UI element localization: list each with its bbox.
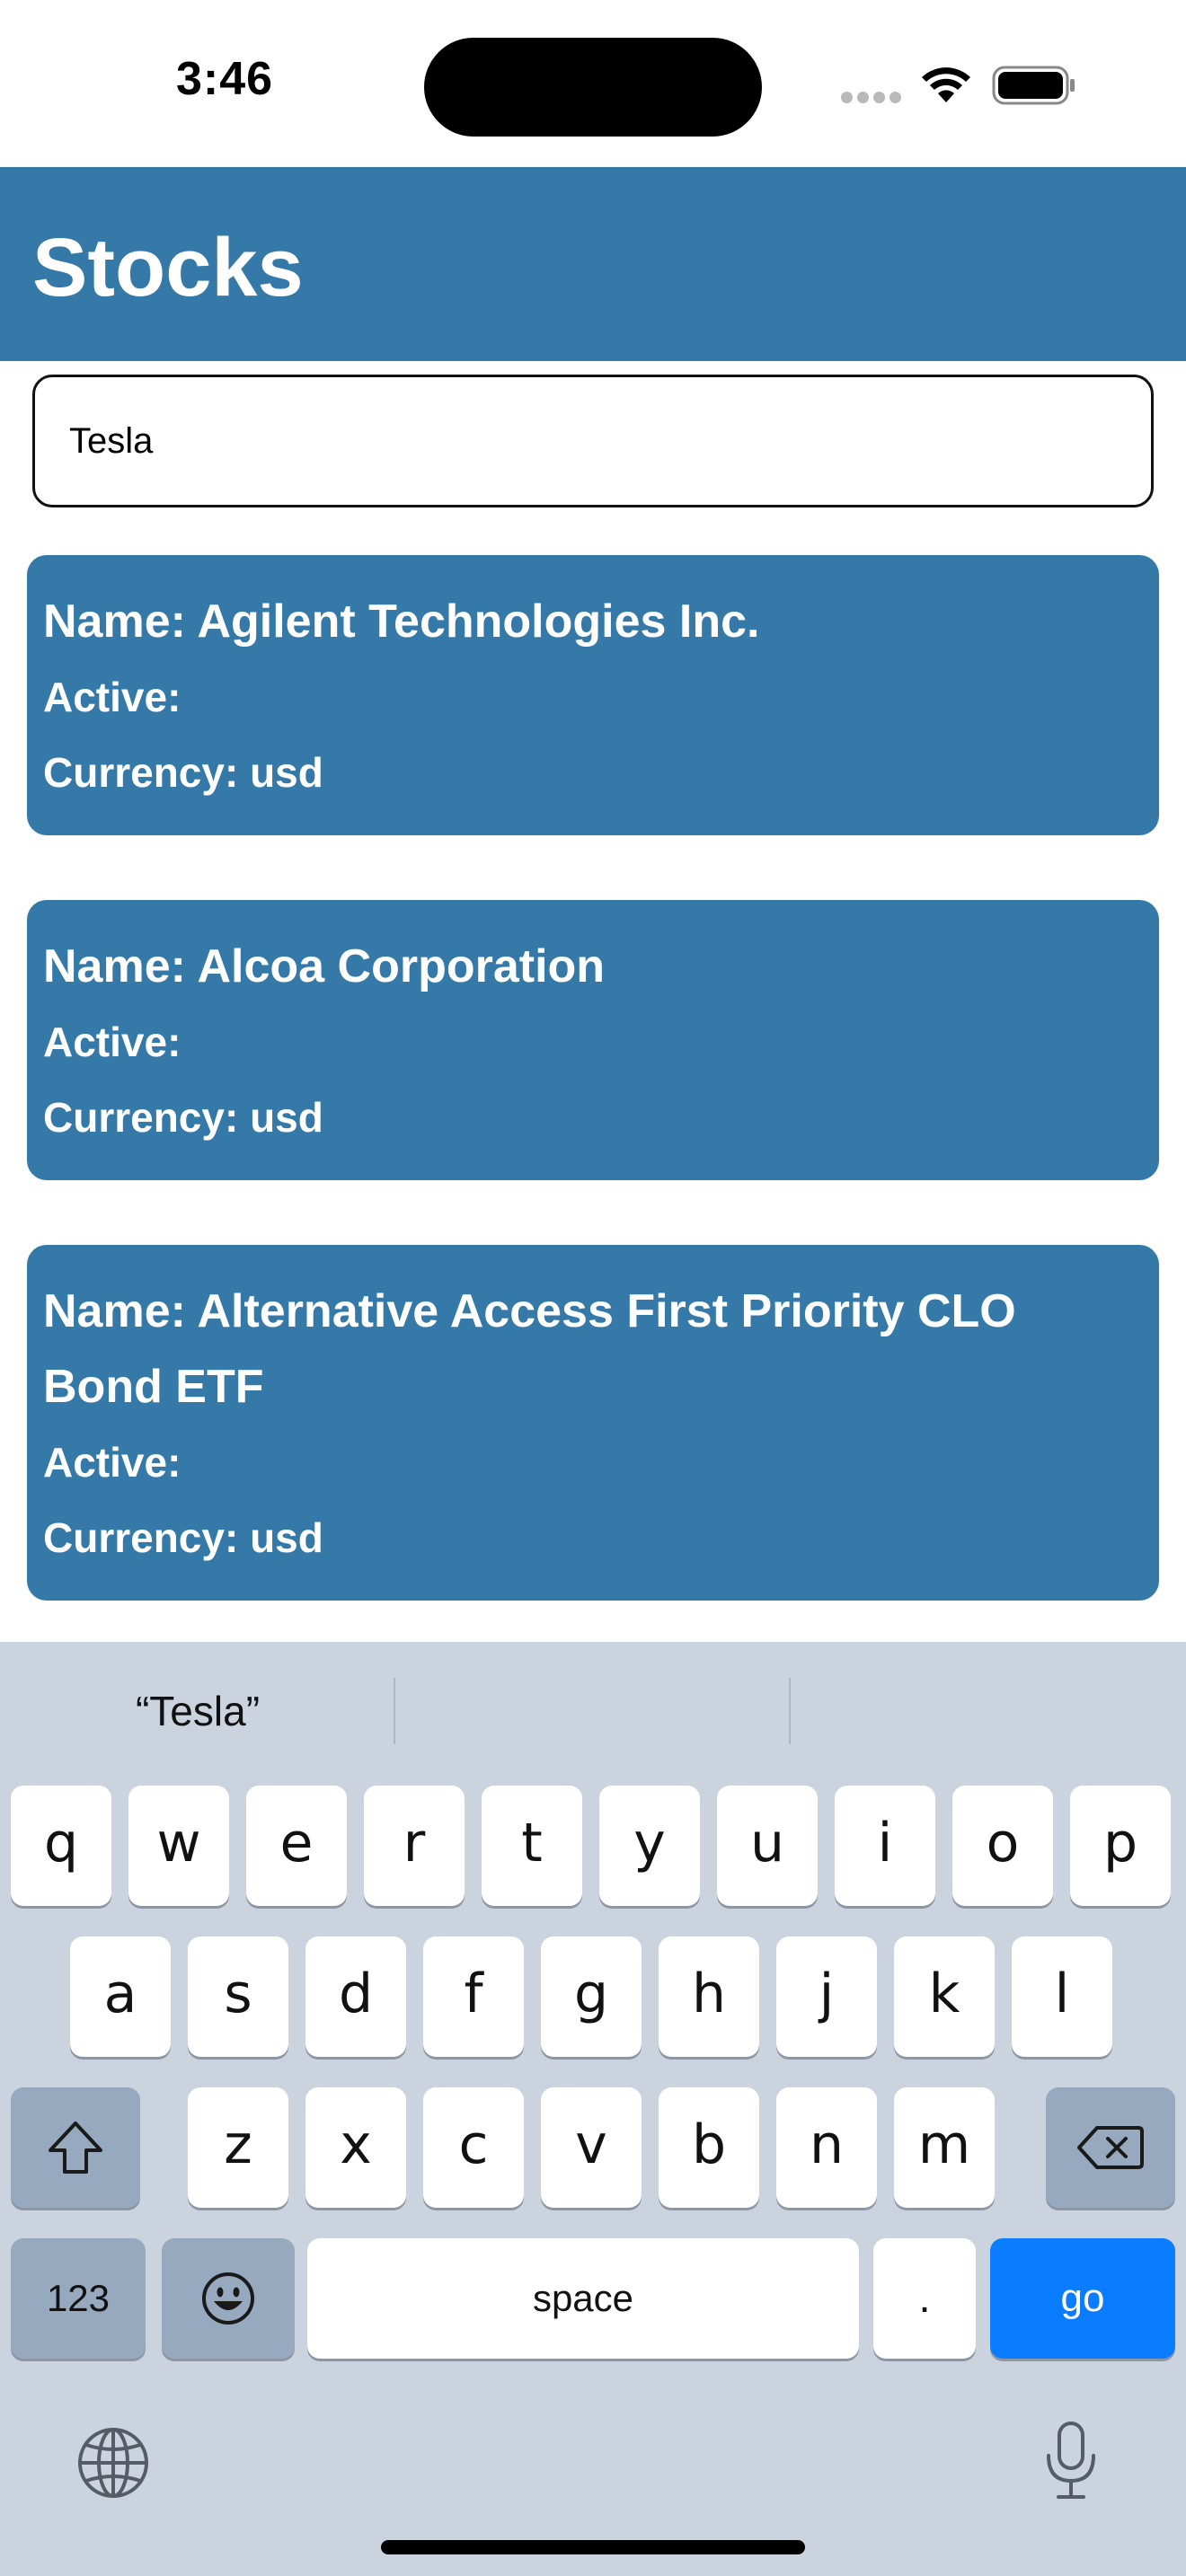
backspace-key[interactable] [1046,2087,1175,2208]
key-a[interactable]: a [70,1936,171,2057]
key-s[interactable]: s [188,1936,288,2057]
backspace-icon [1077,2126,1144,2169]
stock-active: Active: [43,674,181,720]
key-e[interactable]: e [246,1786,347,1906]
page-title: Stocks [32,222,304,313]
emoji-key[interactable] [162,2238,295,2359]
suggestion-bar: “Tesla” [0,1642,1186,1786]
key-c[interactable]: c [423,2087,524,2208]
numbers-key[interactable]: 123 [11,2238,146,2359]
cellular-signal-icon [841,92,902,104]
stock-active: Active: [43,1019,181,1065]
period-key[interactable]: . [873,2238,976,2359]
space-key[interactable]: space [307,2238,859,2359]
key-l[interactable]: l [1012,1936,1112,2057]
status-time: 3:46 [175,53,274,105]
stock-currency: Currency: usd [43,1514,323,1561]
key-o[interactable]: o [952,1786,1053,1906]
wifi-icon [922,67,970,102]
dynamic-island [424,38,762,137]
stock-currency: Currency: usd [43,1094,323,1141]
stock-card[interactable]: Name: Agilent Technologies Inc. Active: … [27,555,1159,835]
key-t[interactable]: t [482,1786,582,1906]
home-indicator [381,2540,805,2554]
key-j[interactable]: j [776,1936,877,2057]
search-input[interactable] [32,375,1154,507]
key-r[interactable]: r [364,1786,465,1906]
key-f[interactable]: f [423,1936,524,2057]
go-key[interactable]: go [990,2238,1175,2359]
stock-name: Name: Agilent Technologies Inc. [43,595,760,648]
key-z[interactable]: z [188,2087,288,2208]
microphone-icon[interactable] [1042,2420,1100,2502]
stock-name: Name: Alternative Access First Priority … [43,1285,1016,1413]
key-h[interactable]: h [659,1936,759,2057]
key-b[interactable]: b [659,2087,759,2208]
key-x[interactable]: x [305,2087,406,2208]
emoji-icon [202,2272,254,2325]
stock-name: Name: Alcoa Corporation [43,940,606,992]
key-n[interactable]: n [776,2087,877,2208]
suggestion-item[interactable] [809,1678,1168,1744]
key-w[interactable]: w [128,1786,229,1906]
status-bar: 3:46 [0,0,1186,167]
stock-card[interactable]: Name: Alternative Access First Priority … [27,1245,1159,1601]
key-v[interactable]: v [541,2087,642,2208]
key-y[interactable]: y [599,1786,700,1906]
key-u[interactable]: u [717,1786,818,1906]
key-p[interactable]: p [1070,1786,1171,1906]
keyboard: “Tesla” q w e r t y u i o p a s d f g h … [0,1642,1186,2576]
shift-icon [49,2122,102,2174]
key-d[interactable]: d [305,1936,406,2057]
stock-currency: Currency: usd [43,749,323,796]
suggestion-item[interactable]: “Tesla” [18,1678,377,1744]
app-header: Stocks [0,167,1186,361]
suggestion-divider [789,1678,791,1744]
suggestion-divider [394,1678,395,1744]
key-k[interactable]: k [894,1936,995,2057]
globe-icon[interactable] [75,2425,151,2501]
suggestion-item[interactable] [413,1678,773,1744]
stock-active: Active: [43,1439,181,1486]
key-i[interactable]: i [835,1786,935,1906]
key-m[interactable]: m [894,2087,995,2208]
key-g[interactable]: g [541,1936,642,2057]
battery-icon [992,66,1075,105]
key-q[interactable]: q [11,1786,111,1906]
shift-key[interactable] [11,2087,140,2208]
stock-card[interactable]: Name: Alcoa Corporation Active: Currency… [27,900,1159,1180]
